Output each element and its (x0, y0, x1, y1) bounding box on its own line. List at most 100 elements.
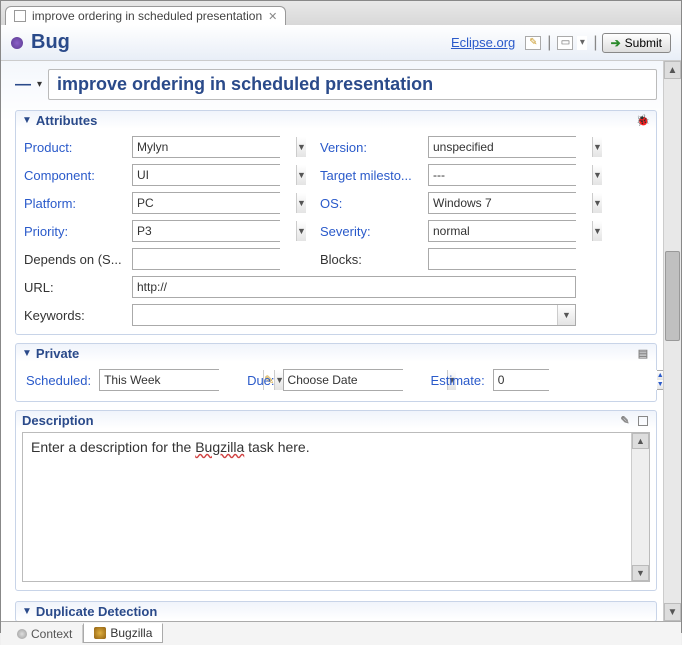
platform-combo[interactable]: ▼ (132, 192, 280, 214)
layout-icon[interactable]: ▭ (557, 36, 573, 50)
severity-combo[interactable]: ▼ (428, 220, 576, 242)
description-text-pre: Enter a description for the (31, 439, 195, 455)
close-icon[interactable]: ✕ (268, 10, 277, 23)
section-title[interactable]: Attributes (36, 113, 97, 128)
scroll-up-icon[interactable]: ▲ (632, 433, 649, 449)
scheduled-label: Scheduled: (26, 373, 91, 388)
blocks-input[interactable] (429, 249, 592, 269)
collapse-toggle[interactable]: — (15, 76, 31, 94)
editor-tab[interactable]: improve ordering in scheduled presentati… (5, 6, 286, 25)
severity-label: Severity: (320, 224, 428, 239)
caret-down-icon[interactable]: ▼ (296, 165, 306, 185)
priority-combo[interactable]: ▼ (132, 220, 280, 242)
product-input[interactable] (133, 137, 296, 157)
caret-down-icon[interactable]: ▼ (296, 137, 306, 157)
keywords-combo[interactable]: ▼ (132, 304, 576, 326)
description-textarea[interactable]: Enter a description for the Bugzilla tas… (22, 432, 650, 582)
tab-bugzilla[interactable]: Bugzilla (83, 623, 163, 643)
caret-down-icon[interactable]: ▼ (592, 137, 602, 157)
scroll-down-icon[interactable]: ▼ (632, 565, 649, 581)
duplicate-section: ▼ Duplicate Detection (15, 601, 657, 621)
editor-content: — ▾ improve ordering in scheduled presen… (1, 61, 663, 621)
platform-label: Platform: (24, 196, 132, 211)
url-label: URL: (24, 280, 132, 295)
caret-down-icon[interactable]: ▼ (296, 221, 306, 241)
priority-label: Priority: (24, 224, 132, 239)
os-label: OS: (320, 196, 428, 211)
caret-down-icon[interactable]: ▼ (592, 221, 602, 241)
scheduled-input[interactable] (100, 370, 263, 390)
product-label: Product: (24, 140, 132, 155)
maximize-icon[interactable] (636, 414, 650, 428)
estimate-input[interactable] (494, 370, 657, 390)
bug-icon (11, 37, 23, 49)
component-combo[interactable]: ▼ (132, 164, 280, 186)
bottom-tab-bar: Context Bugzilla (1, 621, 681, 645)
depends-label: Depends on (S... (24, 252, 132, 267)
version-label: Version: (320, 140, 428, 155)
repository-link[interactable]: Eclipse.org (451, 35, 515, 50)
keywords-input[interactable] (133, 305, 557, 325)
notes-icon[interactable]: ▤ (636, 347, 650, 361)
kind-label: Bug (31, 31, 70, 54)
edit-icon[interactable]: ✎ (525, 36, 541, 50)
target-label: Target milesto... (320, 168, 428, 183)
blocks-input-box[interactable] (428, 248, 576, 270)
url-input[interactable] (133, 277, 575, 297)
submit-label: Submit (625, 36, 662, 50)
version-combo[interactable]: ▼ (428, 136, 576, 158)
section-title[interactable]: Description (22, 413, 94, 428)
due-combo[interactable]: ▼ (283, 369, 403, 391)
target-combo[interactable]: ▼ (428, 164, 576, 186)
description-section: Description ✎ Enter a description for th… (15, 410, 657, 591)
description-scrollbar[interactable]: ▲ ▼ (631, 433, 649, 581)
severity-input[interactable] (429, 221, 592, 241)
vertical-scrollbar[interactable]: ▲ ▼ (663, 61, 681, 621)
caret-down-icon[interactable]: ▼ (557, 305, 575, 325)
url-input-box[interactable] (132, 276, 576, 298)
spellcheck-error: Bugzilla (195, 439, 244, 455)
chevron-right-icon[interactable]: ▼ (22, 606, 32, 617)
scroll-up-icon[interactable]: ▲ (664, 61, 681, 79)
summary-input[interactable]: improve ordering in scheduled presentati… (48, 69, 657, 100)
keywords-label: Keywords: (24, 308, 132, 323)
tab-title: improve ordering in scheduled presentati… (32, 9, 262, 23)
ladybug-icon[interactable]: 🐞 (636, 114, 650, 128)
platform-input[interactable] (133, 193, 296, 213)
separator: | (593, 34, 597, 52)
target-input[interactable] (429, 165, 592, 185)
component-label: Component: (24, 168, 132, 183)
depends-input-box[interactable] (132, 248, 280, 270)
document-icon (14, 10, 26, 22)
tab-label: Context (31, 627, 72, 641)
due-input[interactable] (284, 370, 447, 390)
priority-input[interactable] (133, 221, 296, 241)
os-input[interactable] (429, 193, 592, 213)
chevron-down-icon[interactable]: ▼ (22, 348, 32, 359)
caret-down-icon[interactable]: ▼ (296, 193, 306, 213)
scroll-down-icon[interactable]: ▼ (664, 603, 681, 621)
context-icon (17, 629, 27, 639)
scroll-thumb[interactable] (665, 251, 680, 341)
pencil-icon[interactable]: ✎ (618, 414, 632, 428)
version-input[interactable] (429, 137, 592, 157)
layout-menu-caret-icon[interactable]: ▾ (577, 36, 587, 50)
chevron-down-icon[interactable]: ▼ (22, 115, 32, 126)
depends-input[interactable] (133, 249, 296, 269)
scheduled-combo[interactable]: ✎▼ (99, 369, 219, 391)
product-combo[interactable]: ▼ (132, 136, 280, 158)
editor-tab-bar: improve ordering in scheduled presentati… (1, 1, 681, 25)
caret-down-icon[interactable]: ▼ (592, 193, 602, 213)
blocks-label: Blocks: (320, 252, 428, 267)
section-title[interactable]: Duplicate Detection (36, 604, 157, 619)
tab-context[interactable]: Context (7, 625, 83, 643)
submit-button[interactable]: ➔ Submit (602, 33, 671, 53)
caret-down-icon[interactable]: ▼ (592, 165, 602, 185)
attributes-section: ▼ Attributes 🐞 Product: ▼ Version: ▼ Com… (15, 110, 657, 335)
summary-menu-caret-icon[interactable]: ▾ (37, 79, 42, 90)
separator: | (547, 34, 551, 52)
estimate-spinner[interactable]: ▲▼ (493, 369, 549, 391)
component-input[interactable] (133, 165, 296, 185)
section-title[interactable]: Private (36, 346, 79, 361)
os-combo[interactable]: ▼ (428, 192, 576, 214)
